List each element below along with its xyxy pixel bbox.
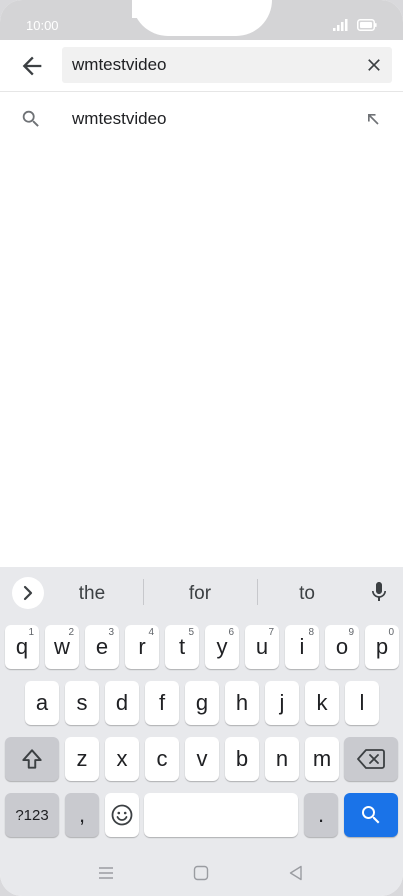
voice-input-button[interactable] bbox=[367, 579, 391, 605]
fill-query-button[interactable] bbox=[363, 109, 383, 129]
key-q[interactable]: q1 bbox=[5, 625, 39, 669]
key-label: t bbox=[178, 634, 186, 659]
key-l[interactable]: l bbox=[345, 681, 379, 725]
key-hint: 5 bbox=[188, 627, 194, 638]
home-icon[interactable] bbox=[191, 863, 211, 883]
backspace-icon bbox=[357, 749, 385, 769]
search-suggestion-item[interactable]: wmtestvideo bbox=[0, 96, 403, 142]
backspace-key[interactable] bbox=[344, 737, 398, 781]
chevron-right-icon bbox=[23, 585, 33, 601]
key-a[interactable]: a bbox=[25, 681, 59, 725]
word-suggestion-1[interactable]: the bbox=[52, 583, 132, 605]
close-icon bbox=[368, 59, 380, 71]
key-hint: 7 bbox=[268, 627, 274, 638]
key-i[interactable]: i8 bbox=[285, 625, 319, 669]
key-n[interactable]: n bbox=[265, 737, 299, 781]
key-r[interactable]: r4 bbox=[125, 625, 159, 669]
on-screen-keyboard: the for to q1 w2 e3 r4 t5 y6 u7 i8 o9 p0 bbox=[0, 567, 403, 850]
key-w[interactable]: w2 bbox=[45, 625, 79, 669]
key-label: p bbox=[375, 634, 389, 659]
key-m[interactable]: m bbox=[305, 737, 339, 781]
search-app-bar bbox=[0, 40, 403, 92]
key-k[interactable]: k bbox=[305, 681, 339, 725]
status-time: 10:00 bbox=[26, 18, 59, 33]
key-label: r bbox=[138, 634, 146, 659]
key-z[interactable]: z bbox=[65, 737, 99, 781]
clear-search-button[interactable] bbox=[364, 55, 384, 75]
key-e[interactable]: e3 bbox=[85, 625, 119, 669]
key-h[interactable]: h bbox=[225, 681, 259, 725]
keyboard-suggestion-strip: the for to bbox=[0, 567, 403, 619]
key-hint: 6 bbox=[228, 627, 234, 638]
status-bar: 10:00 bbox=[0, 0, 403, 40]
camera-notch bbox=[132, 0, 272, 36]
battery-icon bbox=[357, 19, 377, 31]
key-label: o bbox=[335, 634, 349, 659]
comma-key[interactable]: , bbox=[65, 793, 99, 837]
key-g[interactable]: g bbox=[185, 681, 219, 725]
key-b[interactable]: b bbox=[225, 737, 259, 781]
key-s[interactable]: s bbox=[65, 681, 99, 725]
key-d[interactable]: d bbox=[105, 681, 139, 725]
emoji-icon bbox=[111, 804, 133, 826]
back-button[interactable] bbox=[18, 52, 46, 80]
menu-icon[interactable] bbox=[96, 863, 116, 883]
keyboard-expand-button[interactable] bbox=[12, 577, 44, 609]
key-hint: 4 bbox=[148, 627, 154, 638]
space-key[interactable] bbox=[144, 793, 298, 837]
word-suggestion-2[interactable]: for bbox=[160, 583, 240, 605]
word-suggestion-3[interactable]: to bbox=[267, 583, 347, 605]
arrow-back-icon bbox=[22, 56, 42, 76]
signal-icon bbox=[333, 19, 348, 31]
key-f[interactable]: f bbox=[145, 681, 179, 725]
back-triangle-icon[interactable] bbox=[286, 863, 306, 883]
key-v[interactable]: v bbox=[185, 737, 219, 781]
key-o[interactable]: o9 bbox=[325, 625, 359, 669]
key-t[interactable]: t5 bbox=[165, 625, 199, 669]
key-label: i bbox=[299, 634, 305, 659]
suggestion-divider bbox=[257, 579, 258, 605]
key-x[interactable]: x bbox=[105, 737, 139, 781]
system-navigation-bar bbox=[0, 850, 403, 896]
key-hint: 2 bbox=[68, 627, 74, 638]
shift-key[interactable] bbox=[5, 737, 59, 781]
suggestion-divider bbox=[143, 579, 144, 605]
emoji-key[interactable] bbox=[105, 793, 139, 837]
symbols-key[interactable]: ?123 bbox=[5, 793, 59, 837]
key-label: q bbox=[15, 634, 29, 659]
key-u[interactable]: u7 bbox=[245, 625, 279, 669]
key-c[interactable]: c bbox=[145, 737, 179, 781]
key-label: y bbox=[216, 634, 228, 659]
key-y[interactable]: y6 bbox=[205, 625, 239, 669]
arrow-up-left-icon bbox=[368, 114, 379, 125]
period-key[interactable]: . bbox=[304, 793, 338, 837]
suggestion-text: wmtestvideo bbox=[72, 109, 167, 128]
search-input[interactable] bbox=[72, 47, 352, 83]
key-hint: 9 bbox=[348, 627, 354, 638]
shift-icon bbox=[22, 749, 42, 769]
key-hint: 8 bbox=[308, 627, 314, 638]
key-hint: 0 bbox=[388, 627, 394, 638]
search-icon bbox=[22, 110, 39, 127]
search-icon bbox=[362, 806, 380, 824]
status-icons bbox=[333, 19, 377, 31]
search-enter-key[interactable] bbox=[344, 793, 398, 837]
phone-screen: 10:00 wmtestvideo wmtestvideo the for to… bbox=[0, 0, 403, 896]
key-hint: 1 bbox=[28, 627, 34, 638]
microphone-icon bbox=[372, 582, 386, 601]
key-label: e bbox=[95, 634, 109, 659]
key-label: u bbox=[255, 634, 269, 659]
key-hint: 3 bbox=[108, 627, 114, 638]
key-j[interactable]: j bbox=[265, 681, 299, 725]
search-box bbox=[62, 47, 392, 83]
key-p[interactable]: p0 bbox=[365, 625, 399, 669]
